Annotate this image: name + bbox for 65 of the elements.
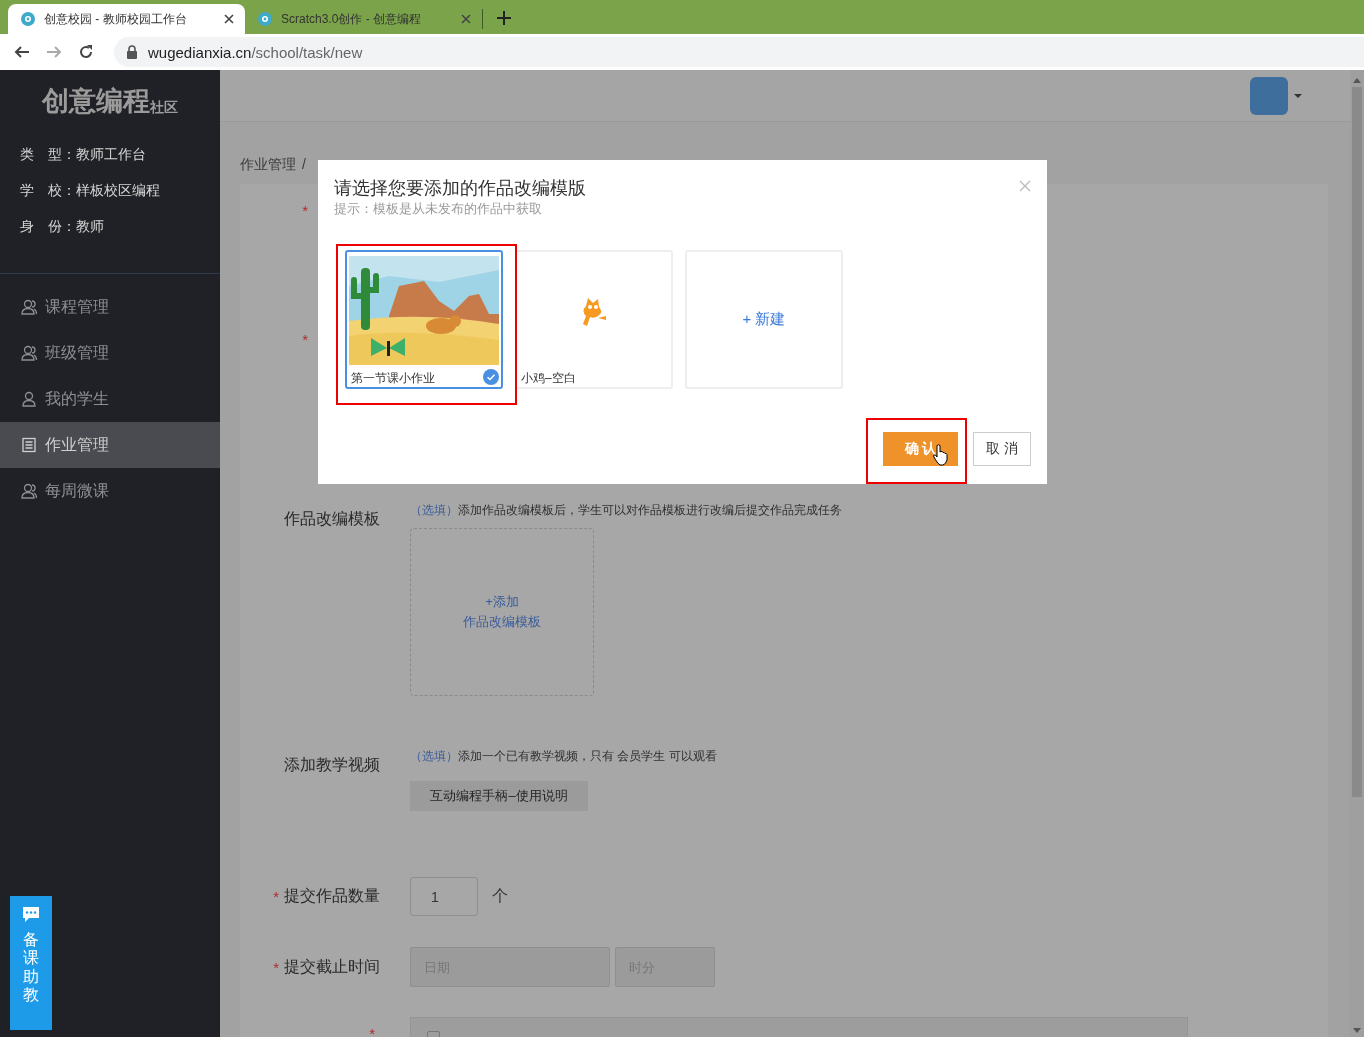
unit-label: 个 [492,886,508,906]
forward-arrow-icon[interactable] [46,44,62,60]
sidebar-item[interactable]: 每周微课 [0,468,220,514]
breadcrumb-link[interactable]: 作业管理 [240,156,296,174]
video-button[interactable]: 互动编程手柄–使用说明 [410,781,588,811]
breadcrumb-separator: / [302,156,306,172]
info-value: 教师 [76,217,104,235]
add-template-button[interactable]: +添加 作品改编模板 [410,528,594,696]
plus-icon[interactable] [497,11,511,25]
field-label: 添加教学视频 [284,754,380,775]
info-label: 身 份： [20,217,76,235]
template-card[interactable]: 小鸡–空白 [515,250,673,389]
caret-icon[interactable] [1294,93,1302,98]
back-arrow-icon[interactable] [14,44,30,60]
avatar-icon[interactable] [1250,76,1288,115]
users-icon [21,345,37,361]
gear-icon [20,11,36,27]
field-label: 作品改编模板 [284,508,380,529]
browser-tab[interactable]: Scratch3.0创作 - 创意编程 [245,4,482,34]
optional-tag: （选填） [410,502,458,518]
gear-icon [257,11,273,27]
url-field[interactable]: wugedianxia.cn/school/task/new [114,37,1364,67]
sidebar-item[interactable]: 作业管理 [0,422,220,468]
dialog-hint: 提示：模板是从未发布的作品中获取 [334,200,542,218]
reload-icon[interactable] [78,44,94,60]
document-icon [21,437,37,453]
info-value: 教师工作台 [76,145,146,163]
info-label: 学 校： [20,181,76,199]
info-value: 样板校区编程 [76,181,160,199]
site-logo: 创意编程社区 [42,85,178,118]
helper-button[interactable]: 备课助教 [10,896,52,1030]
count-input[interactable]: 1 [410,877,478,916]
tab-title: 创意校园 - 教师校园工作台 [44,10,188,28]
new-template-button[interactable]: + 新建 [685,250,843,389]
hint-text: 添加作品改编模板后，学生可以对作品模板进行改编后提交作品完成任务 [458,502,842,518]
required-mark: * [302,201,308,219]
cancel-button[interactable]: 取 消 [973,432,1031,466]
lock-icon [126,45,138,59]
info-label: 类 型： [20,145,76,163]
cat-drawing [580,295,608,326]
template-card[interactable]: 第一节课小作业 [345,250,503,389]
template-name: 第一节课小作业 [350,370,436,387]
dialog-title: 请选择您要添加的作品改编模版 [334,177,586,200]
browser-tab[interactable]: 创意校园 - 教师校园工作台 [8,4,245,34]
hint-text: 添加一个已有教学视频，只有 会员学生 可以观看 [458,748,717,764]
required-mark: * [273,958,279,976]
sidebar-item[interactable]: 我的学生 [0,376,220,422]
users-icon [21,299,37,315]
scroll-up-icon[interactable] [1353,78,1361,83]
scroll-down-icon[interactable] [1353,1028,1361,1033]
tab-title: Scratch3.0创作 - 创意编程 [281,10,423,28]
optional-tag: （选填） [410,748,458,764]
field-label: 提交截止时间 [284,956,380,977]
sidebar-item[interactable]: 班级管理 [0,330,220,376]
required-mark: * [302,330,308,348]
field-label: 提交作品数量 [284,886,380,906]
close-icon[interactable] [223,13,235,25]
required-mark: * [369,1024,375,1037]
required-mark: * [273,888,279,905]
url-text: wugedianxia.cn/school/task/new [148,43,363,61]
users-icon [21,483,37,499]
template-name: 小鸡–空白 [520,370,577,387]
user-icon [21,391,37,407]
chat-icon [22,906,40,923]
sidebar-item[interactable]: 课程管理 [0,284,220,330]
